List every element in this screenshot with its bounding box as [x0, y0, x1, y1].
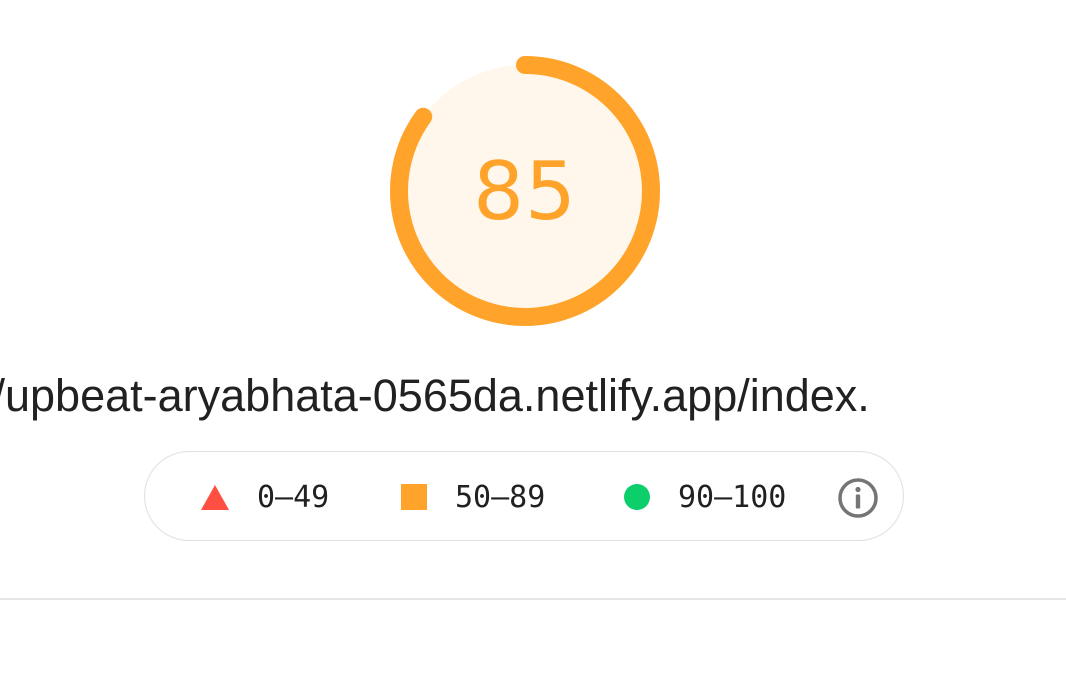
lighthouse-report: 85 //upbeat-aryabhata-0565da.netlify.app…: [0, 0, 1066, 680]
legend-label-pass: 90–100: [678, 479, 787, 515]
circle-icon: [624, 484, 650, 510]
section-divider: [0, 598, 1066, 600]
legend-label-fail: 0–49: [257, 479, 330, 515]
gauge-score: 85: [473, 144, 577, 238]
square-icon: [401, 484, 427, 510]
info-icon[interactable]: [837, 477, 879, 519]
score-scale-legend: 0–49 50–89 90–100: [144, 451, 904, 541]
legend-item-fail: 0–49: [201, 452, 329, 542]
legend-label-average: 50–89: [455, 479, 546, 515]
report-url: //upbeat-aryabhata-0565da.netlify.app/in…: [0, 356, 1066, 436]
performance-gauge[interactable]: 85: [390, 56, 660, 326]
triangle-icon: [201, 484, 229, 510]
legend-item-pass: 90–100: [624, 452, 786, 542]
legend-item-average: 50–89: [401, 452, 545, 542]
report-url-text: //upbeat-aryabhata-0565da.netlify.app/in…: [0, 370, 870, 421]
